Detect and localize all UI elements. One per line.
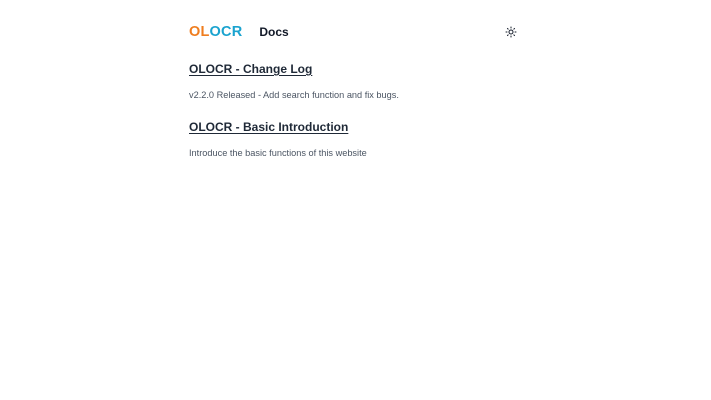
site-header: OL OCR Docs — [189, 21, 519, 43]
logo-text-ocr: OCR — [209, 23, 243, 40]
theme-toggle-button[interactable] — [503, 24, 519, 40]
logo-text-ol: OL — [189, 23, 210, 40]
post-description: v2.2.0 Released - Add search function an… — [189, 90, 399, 100]
nav-docs-link[interactable]: Docs — [259, 26, 288, 38]
post-item: OLOCR - Basic Introduction Introduce the… — [189, 118, 609, 159]
sun-icon — [505, 26, 517, 38]
post-title-link[interactable]: OLOCR - Basic Introduction — [189, 120, 348, 134]
post-title-link[interactable]: OLOCR - Change Log — [189, 62, 312, 76]
post-description: Introduce the basic functions of this we… — [189, 148, 367, 158]
page: OL OCR Docs OLOCR - Change Log v2.2.0 Rel… — [0, 0, 711, 400]
post-item: OLOCR - Change Log v2.2.0 Released - Add… — [189, 60, 609, 101]
site-logo-link[interactable]: OL OCR — [189, 25, 242, 40]
